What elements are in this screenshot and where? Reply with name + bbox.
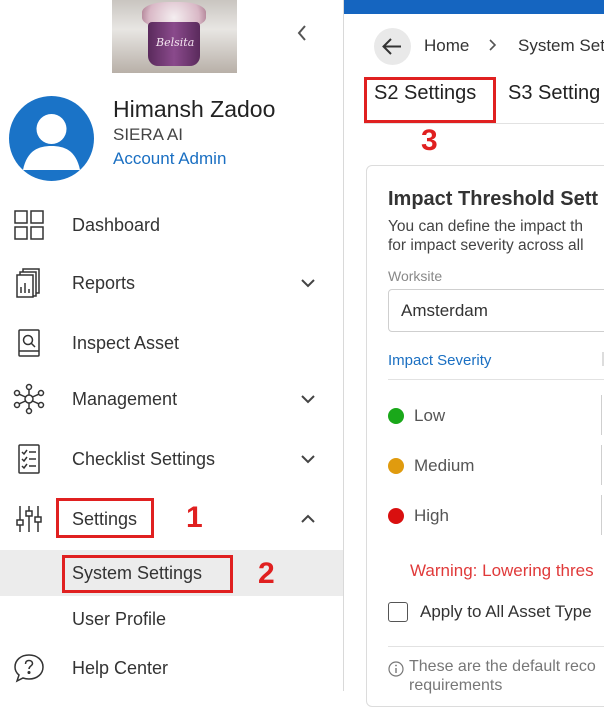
info-text-line-1: These are the default reco	[409, 658, 596, 675]
chevron-down-icon	[300, 392, 316, 404]
help-icon	[13, 652, 45, 684]
breadcrumb-current: System Set	[518, 36, 604, 55]
chevron-right-icon	[488, 38, 498, 52]
annotation-box-settings	[56, 498, 154, 538]
apply-all-row: Apply to All Asset Type	[388, 600, 604, 624]
nav-help-center-label: Help Center	[72, 658, 169, 678]
card-description-line-2: for impact severity across all	[388, 237, 584, 254]
nav-management[interactable]: Management	[0, 374, 344, 424]
annotation-number-3: 3	[421, 124, 438, 157]
arrow-left-icon	[382, 38, 401, 55]
info-text-line-2: requirements	[409, 677, 503, 694]
photo-brand-text: Belsita	[156, 36, 195, 49]
worksite-label: Worksite	[388, 268, 443, 284]
nav-inspect-asset[interactable]: Inspect Asset	[0, 318, 344, 368]
back-button[interactable]	[374, 28, 411, 65]
card-description: You can define the impact th for impact …	[388, 217, 604, 255]
card-description-line-1: You can define the impact th	[388, 218, 584, 235]
impact-severity-header: Impact Severity	[388, 352, 492, 369]
user-organization: SIERA AI	[113, 125, 183, 144]
nav-user-profile-label: User Profile	[72, 609, 167, 629]
warning-text: Warning: Lowering thres	[410, 561, 594, 580]
sliders-icon	[13, 503, 45, 535]
header-divider	[388, 379, 604, 380]
apply-all-checkbox[interactable]	[388, 602, 408, 622]
severity-row-low: Low	[388, 395, 604, 435]
checklist-icon	[13, 443, 45, 475]
annotation-box-system-settings	[62, 555, 233, 593]
nav-dashboard[interactable]: Dashboard	[0, 200, 344, 250]
severity-name: Medium	[414, 456, 475, 475]
tab-s3-settings[interactable]: S3 Setting	[508, 82, 604, 105]
nav-reports[interactable]: Reports	[0, 258, 344, 308]
severity-row-high: High	[388, 495, 604, 535]
status-dot	[388, 508, 404, 524]
avatar	[9, 96, 94, 181]
reports-icon	[13, 267, 45, 299]
profile-photo: Belsita	[112, 0, 237, 73]
severity-name: Low	[414, 406, 446, 425]
nav-help-center[interactable]: Help Center	[0, 643, 344, 693]
nav-dashboard-label: Dashboard	[72, 215, 161, 235]
chevron-down-icon	[300, 276, 316, 288]
account-role-link[interactable]: Account Admin	[113, 149, 226, 169]
nav-inspect-asset-label: Inspect Asset	[72, 333, 180, 353]
breadcrumb-home[interactable]: Home	[424, 36, 469, 56]
chevron-up-icon	[300, 512, 316, 524]
inspect-asset-icon	[13, 327, 45, 359]
annotation-number-2: 2	[258, 557, 275, 590]
chevron-down-icon	[300, 452, 316, 464]
tabs-divider	[364, 123, 604, 124]
status-dot	[388, 408, 404, 424]
annotation-number-1: 1	[186, 501, 203, 534]
user-name: Himansh Zadoo	[113, 96, 276, 122]
info-text: These are the default reco requirements	[409, 657, 604, 695]
severity-row-medium: Medium	[388, 445, 604, 485]
apply-all-label: Apply to All Asset Type	[420, 602, 592, 621]
nav-checklist-settings[interactable]: Checklist Settings	[0, 434, 344, 484]
nav-checklist-settings-label: Checklist Settings	[72, 449, 216, 469]
worksite-select[interactable]: Amsterdam	[388, 289, 604, 332]
card-title: Impact Threshold Sett	[388, 188, 599, 210]
nav-settings[interactable]: Settings	[0, 494, 344, 544]
status-dot	[388, 458, 404, 474]
severity-name: High	[414, 506, 449, 525]
info-icon	[388, 661, 404, 677]
annotation-box-s2-tab	[364, 77, 496, 123]
top-app-bar	[344, 0, 604, 14]
management-icon	[13, 383, 45, 415]
nav-user-profile[interactable]: User Profile	[0, 596, 344, 642]
worksite-value: Amsterdam	[401, 301, 488, 320]
nav-management-label: Management	[72, 389, 178, 409]
dashboard-icon	[13, 209, 45, 241]
nav-reports-label: Reports	[72, 273, 136, 293]
divider	[388, 646, 604, 647]
collapse-sidebar-icon[interactable]	[296, 24, 308, 47]
